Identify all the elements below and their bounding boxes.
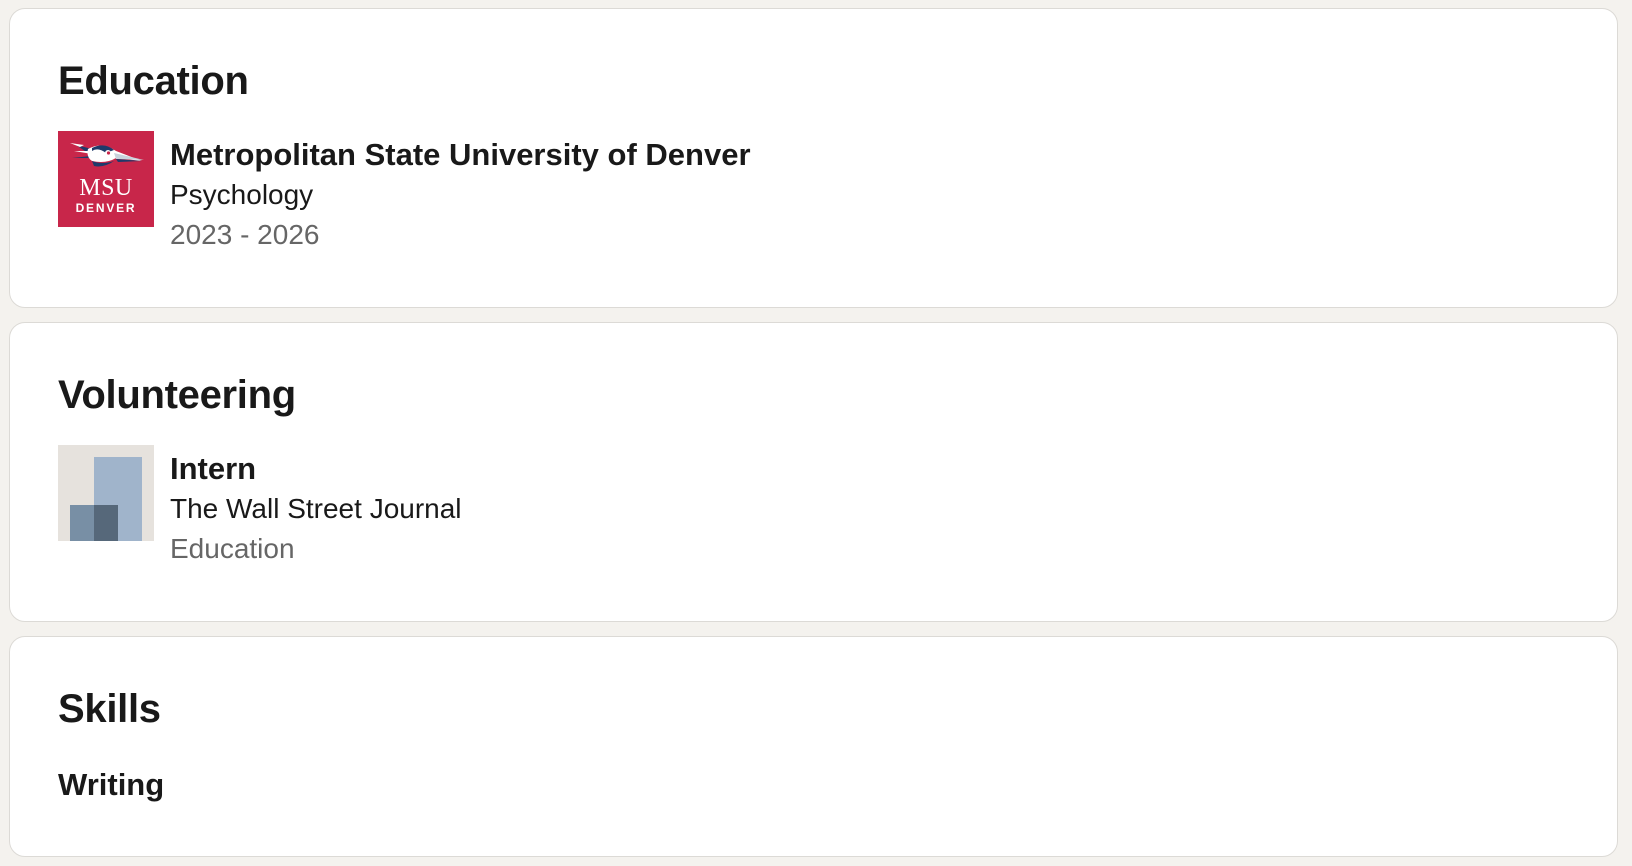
volunteering-heading: Volunteering [58,373,296,417]
profile-sections: Education MSU DENVER Metropolitan State … [0,0,1632,866]
school-name-link[interactable]: Metropolitan State University of Denver [170,135,751,175]
school-logo-main-text: MSU [79,175,133,201]
school-logo-small-text: DENVER [75,201,137,215]
education-card: Education MSU DENVER Metropolitan State … [9,8,1618,308]
skill-item[interactable]: Writing [58,765,164,805]
skills-card: Skills Writing [9,636,1618,857]
volunteering-entry: Intern The Wall Street Journal Education [58,445,462,569]
volunteer-organization: The Wall Street Journal [170,493,462,524]
education-heading: Education [58,59,249,103]
volunteer-cause: Education [170,533,295,564]
field-of-study: Psychology [170,179,314,210]
education-entry: MSU DENVER Metropolitan State University… [58,131,751,255]
volunteering-details: Intern The Wall Street Journal Education [170,449,462,569]
skills-heading: Skills [58,687,161,731]
school-logo[interactable]: MSU DENVER [58,131,154,227]
roadrunner-mascot-icon [70,143,144,167]
education-details: Metropolitan State University of Denver … [170,135,751,255]
education-dates: 2023 - 2026 [170,219,320,250]
company-placeholder-icon[interactable] [58,445,154,541]
volunteering-card: Volunteering Intern The Wall Street Jour… [9,322,1618,622]
volunteer-role-link[interactable]: Intern [170,449,462,489]
